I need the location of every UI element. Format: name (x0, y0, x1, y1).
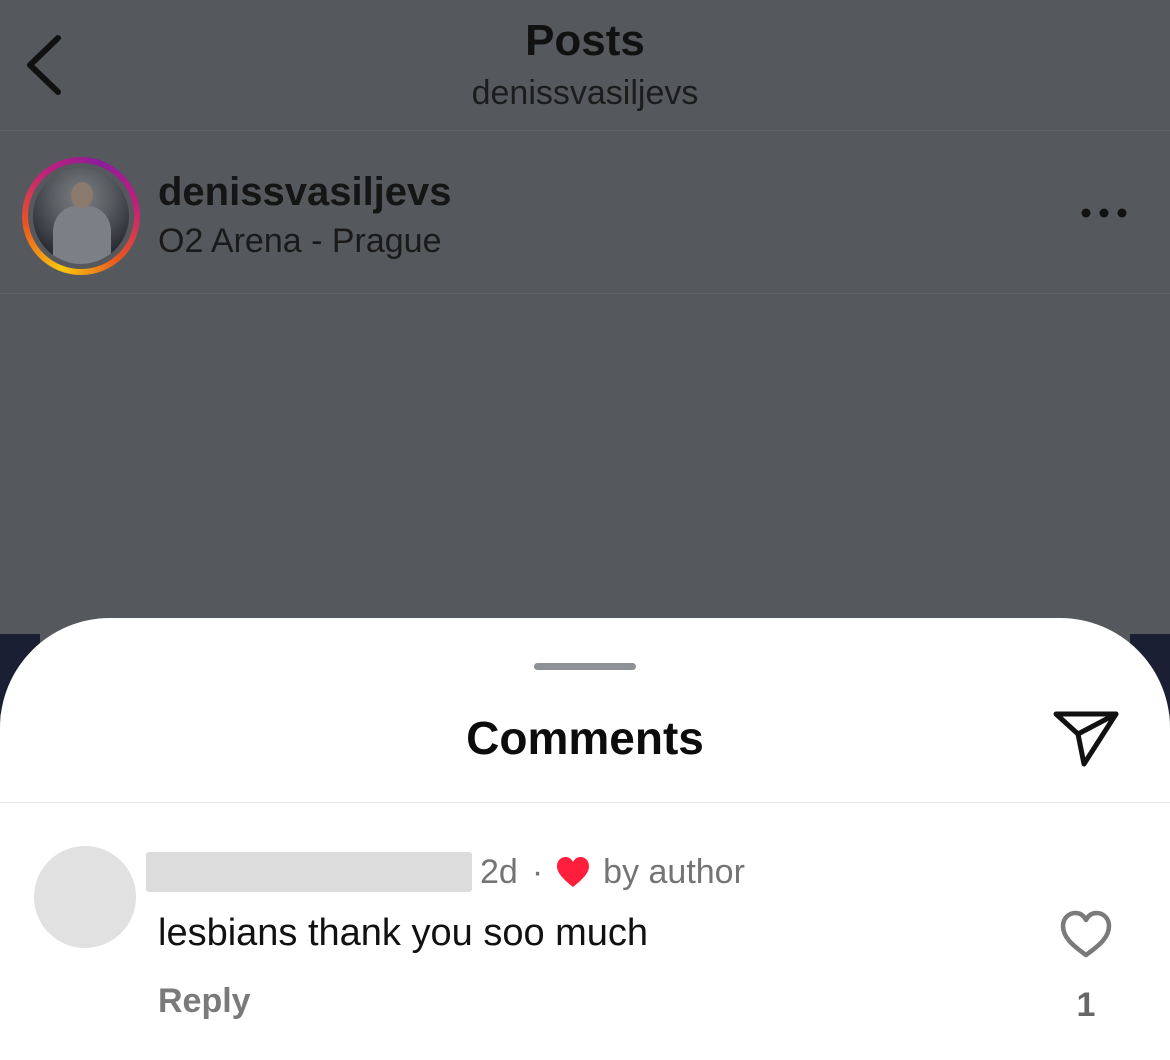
page-title: Posts (525, 16, 645, 65)
post-location[interactable]: O2 Arena - Prague (158, 219, 442, 263)
avatar (33, 168, 129, 264)
top-nav-bar: Posts denissvasiljevs (0, 0, 1170, 131)
like-count: 1 (1076, 986, 1096, 1024)
heart-outline-icon (1060, 910, 1112, 958)
send-icon (1053, 711, 1119, 767)
more-horizontal-icon (1081, 208, 1127, 218)
comments-title: Comments (466, 712, 704, 764)
comment-time: 2d (480, 853, 518, 891)
reply-button[interactable]: Reply (158, 978, 251, 1024)
separator-dot: · (531, 853, 544, 891)
comment-item: 2d · by author lesbians thank you soo mu… (0, 804, 1170, 1060)
sheet-drag-handle[interactable] (534, 663, 636, 670)
avatar[interactable] (34, 846, 136, 948)
like-button[interactable] (1058, 908, 1114, 960)
more-options-button[interactable] (1072, 196, 1136, 230)
liked-by-author-label: by author (603, 853, 745, 891)
post-header: denissvasiljevs O2 Arena - Prague (0, 131, 1170, 294)
share-button[interactable] (1048, 704, 1124, 770)
post-username[interactable]: denissvasiljevs (158, 167, 452, 217)
divider (0, 802, 1170, 803)
post-comments-screen: Posts denissvasiljevs denissvasiljevs O2… (0, 0, 1170, 1060)
comment-meta: 2d · by author (480, 850, 745, 894)
page-subtitle: denissvasiljevs (471, 74, 699, 112)
nav-title-group: Posts denissvasiljevs (0, 12, 1170, 116)
redacted-username (146, 852, 472, 892)
comment-text: lesbians thank you soo much (158, 912, 649, 954)
comments-sheet: Comments 2d · by author lesbians thank y… (0, 618, 1170, 1060)
heart-filled-icon (557, 857, 590, 887)
story-ring-avatar[interactable] (22, 157, 140, 275)
